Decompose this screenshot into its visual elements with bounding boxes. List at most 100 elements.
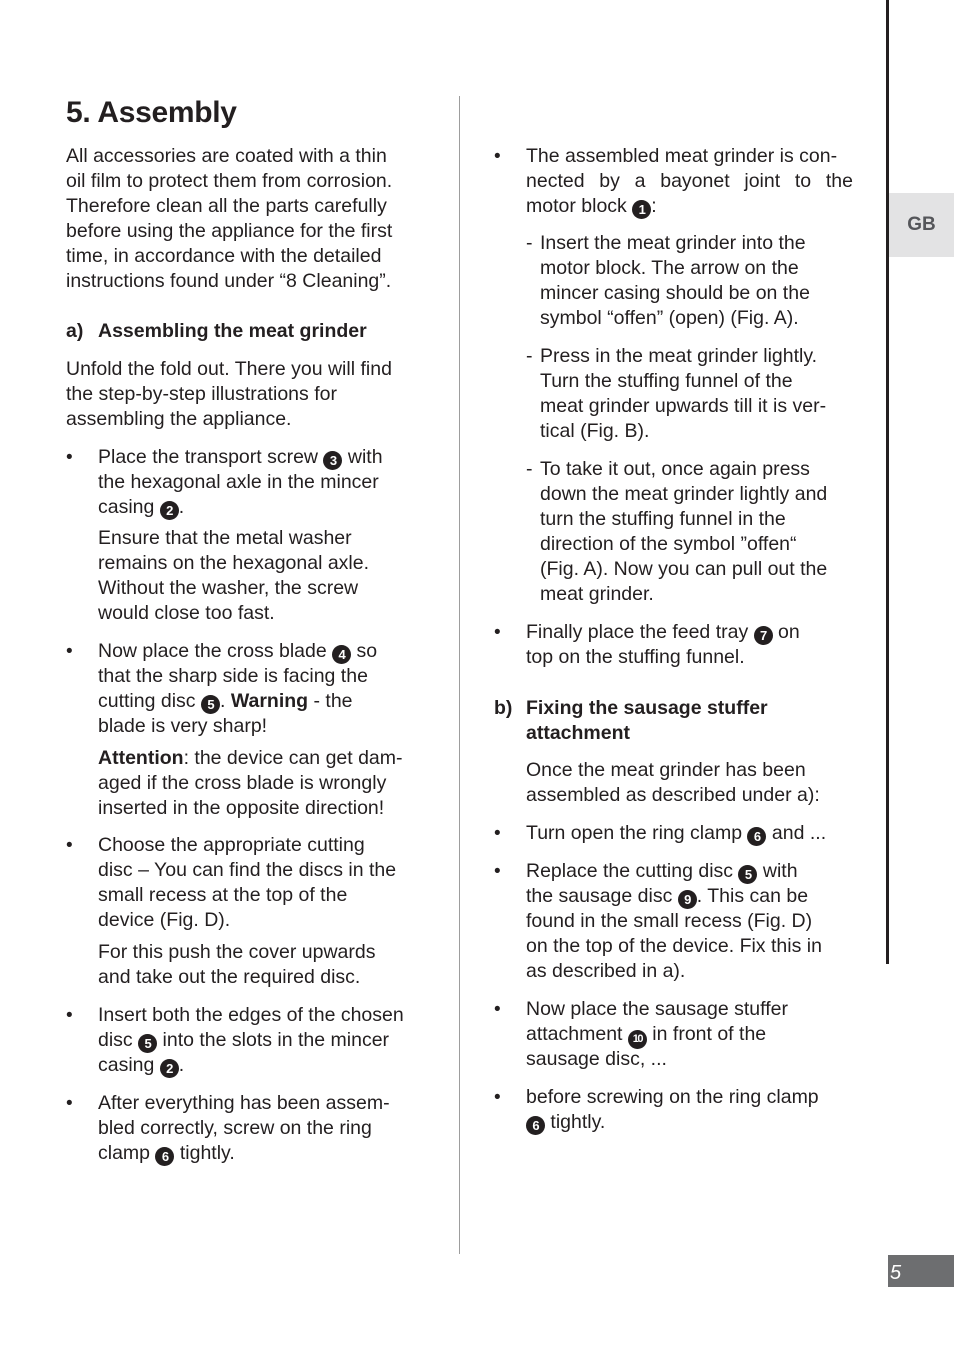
text-line: tical (Fig. B).: [540, 420, 650, 442]
text-line: assembled as described under a):: [526, 784, 820, 806]
text: nected by a bayonet joint to the: [526, 170, 853, 192]
bullet-icon: •: [494, 823, 501, 844]
bullet-icon: •: [494, 999, 501, 1020]
text-line: small recess at the top of the: [98, 884, 348, 906]
dash-marker: -: [526, 232, 533, 254]
text-line: symbol “offen” (open) (Fig. A).: [540, 307, 799, 329]
text-line: remains on the hexagonal axle.: [98, 552, 370, 574]
text: tightly.: [545, 1111, 606, 1133]
text: Replace the cutting disc: [526, 860, 739, 882]
text: in front of the: [646, 1023, 767, 1045]
text-line: Insert both the edges of the chosen: [98, 1004, 404, 1026]
part-number-badge: 5: [200, 695, 220, 714]
text: with: [757, 860, 798, 882]
part-number-badge: 1: [632, 200, 652, 219]
text: Place the transport screw: [98, 446, 324, 468]
text-line: (Fig. A). Now you can pull out the: [540, 558, 828, 580]
text-line: For this push the cover upwards: [98, 941, 376, 963]
text-line: disc 5 into the slots in the mincer: [98, 1028, 389, 1053]
part-number-badge: 6: [526, 1116, 545, 1135]
text: :: [651, 195, 657, 217]
text: casing: [98, 1054, 160, 1076]
text-line: as described in a).: [526, 960, 686, 982]
text-line: before using the appliance for the first: [66, 220, 393, 242]
text: - the: [308, 690, 353, 712]
text: Turn open the ring clamp: [526, 822, 748, 844]
bullet-icon: •: [494, 1087, 501, 1108]
language-tab: GB: [889, 193, 954, 257]
dash-marker: -: [526, 345, 533, 367]
text-line: clamp 6 tightly.: [98, 1141, 235, 1166]
text-line: instructions found under “8 Cleaning”.: [66, 270, 392, 292]
bullet-icon: •: [494, 146, 501, 167]
part-number-badge: 6: [747, 827, 767, 846]
text-line: Place the transport screw 3 with: [98, 445, 383, 470]
text-line: cutting disc 5. Warning - the: [98, 689, 353, 714]
text-line: All accessories are coated with a thin: [66, 145, 387, 167]
text-line: Turn open the ring clamp 6 and ...: [526, 821, 826, 846]
text-line: Insert the meat grinder into the: [540, 232, 806, 254]
part-number-badge: 6: [155, 1147, 175, 1166]
part-number-badge: 9: [677, 890, 697, 909]
section-heading: Fixing the sausage stuffer: [526, 697, 768, 719]
part-number-badge: 7: [753, 626, 773, 645]
text: casing: [98, 496, 160, 518]
dash-marker: -: [526, 458, 533, 480]
text: .: [178, 1054, 185, 1076]
text: .: [178, 496, 185, 518]
text-line: Ensure that the metal washer: [98, 527, 352, 549]
page-number: 5: [888, 1255, 954, 1287]
text-line: top on the stuffing funnel.: [526, 646, 745, 668]
text-line: Once the meat grinder has been: [526, 759, 806, 781]
text-line: aged if the cross blade is wrongly: [98, 772, 387, 794]
text-line: sausage disc, ...: [526, 1048, 667, 1070]
text-line: assembling the appliance.: [66, 408, 292, 430]
text-line: Therefore clean all the parts carefully: [66, 195, 387, 217]
text: attachment: [526, 1023, 628, 1045]
text: tightly.: [174, 1142, 235, 1164]
part-number-badge: 4: [332, 645, 352, 664]
text-line: To take it out, once again press: [540, 458, 810, 480]
text: so: [351, 640, 378, 662]
text: . This can be: [696, 885, 809, 907]
text: .: [219, 690, 231, 712]
text: with: [342, 446, 383, 468]
page-edge-bar: [886, 0, 889, 964]
section-heading: Assembling the meat grinder: [98, 320, 367, 342]
text-line: Unfold the fold out. There you will find: [66, 358, 392, 380]
bullet-icon: •: [66, 1093, 73, 1114]
column-divider: [459, 96, 460, 1254]
text-line: on the top of the device. Fix this in: [526, 935, 822, 957]
text-line: After everything has been assem-: [98, 1092, 390, 1114]
text-line: casing 2.: [98, 495, 184, 520]
text: and ...: [766, 822, 827, 844]
text-line: motor block. The arrow on the: [540, 257, 799, 279]
text-line: device (Fig. D).: [98, 909, 231, 931]
text-line: bled correctly, screw on the ring: [98, 1117, 372, 1139]
bullet-icon: •: [66, 1005, 73, 1026]
text-line: Finally place the feed tray 7 on: [526, 620, 800, 645]
text: : the device can get dam-: [183, 747, 403, 769]
part-number-badge: 5: [738, 865, 758, 884]
bullet-icon: •: [494, 622, 501, 643]
text-line: meat grinder upwards till it is ver-: [540, 395, 827, 417]
text: Now place the cross blade: [98, 640, 333, 662]
text: motor block: [526, 195, 633, 217]
text-line: mincer casing should be on the: [540, 282, 810, 304]
text: disc: [98, 1029, 139, 1051]
warning-label: Warning: [230, 690, 309, 712]
text-line: attachment 10 in front of the: [526, 1022, 766, 1049]
text-line: found in the small recess (Fig. D): [526, 910, 813, 932]
text-line: Now place the cross blade 4 so: [98, 639, 377, 664]
attention-label: Attention: [98, 747, 184, 769]
text-line: Choose the appropriate cutting: [98, 834, 365, 856]
text-line: turn the stuffing funnel in the: [540, 508, 786, 530]
text-line: oil film to protect them from corrosion.: [66, 170, 393, 192]
text-line: that the sharp side is facing the: [98, 665, 368, 687]
text-line: Without the washer, the screw: [98, 577, 359, 599]
text-line: and take out the required disc.: [98, 966, 361, 988]
text-line: direction of the symbol ”offen“: [540, 533, 797, 555]
text-line: Attention: the device can get dam-: [98, 746, 403, 771]
text-line: blade is very sharp!: [98, 715, 268, 737]
text-line: The assembled meat grinder is con-: [526, 145, 838, 167]
